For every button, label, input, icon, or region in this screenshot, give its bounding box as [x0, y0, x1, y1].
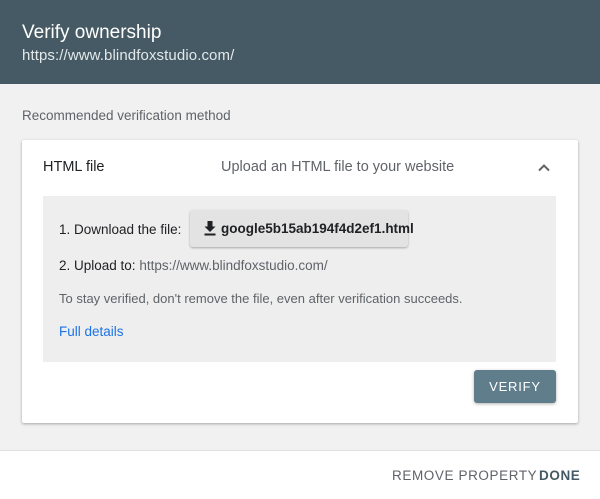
dialog-header: Verify ownership https://www.blindfoxstu…	[0, 0, 600, 84]
method-details-panel: 1. Download the file: google5b15ab194f4d…	[43, 196, 556, 362]
method-name: HTML file	[43, 159, 105, 175]
recommended-method-label: Recommended verification method	[22, 108, 231, 123]
download-file-button[interactable]: google5b15ab194f4d2ef1.html	[190, 210, 414, 247]
step2-label: 2. Upload to:	[59, 258, 136, 273]
step1-label: 1. Download the file:	[59, 222, 182, 237]
step2-row: 2. Upload to: https://www.blindfoxstudio…	[59, 258, 328, 273]
full-details-link[interactable]: Full details	[59, 324, 124, 339]
stay-verified-note: To stay verified, don't remove the file,…	[59, 291, 463, 306]
download-icon	[201, 219, 219, 237]
done-button[interactable]: DONE	[539, 468, 580, 483]
property-url: https://www.blindfoxstudio.com/	[22, 47, 235, 64]
step2-url: https://www.blindfoxstudio.com/	[139, 258, 328, 273]
dialog-title: Verify ownership	[22, 22, 162, 43]
chevron-up-icon[interactable]	[532, 156, 556, 180]
dialog-footer: REMOVE PROPERTY DONE	[0, 450, 600, 499]
remove-property-button[interactable]: REMOVE PROPERTY	[392, 468, 537, 483]
download-file-name: google5b15ab194f4d2ef1.html	[221, 221, 414, 236]
method-header[interactable]: HTML file Upload an HTML file to your we…	[22, 140, 578, 196]
verify-button[interactable]: VERIFY	[474, 370, 556, 403]
method-description: Upload an HTML file to your website	[221, 159, 455, 175]
verification-method-card: HTML file Upload an HTML file to your we…	[22, 140, 578, 423]
